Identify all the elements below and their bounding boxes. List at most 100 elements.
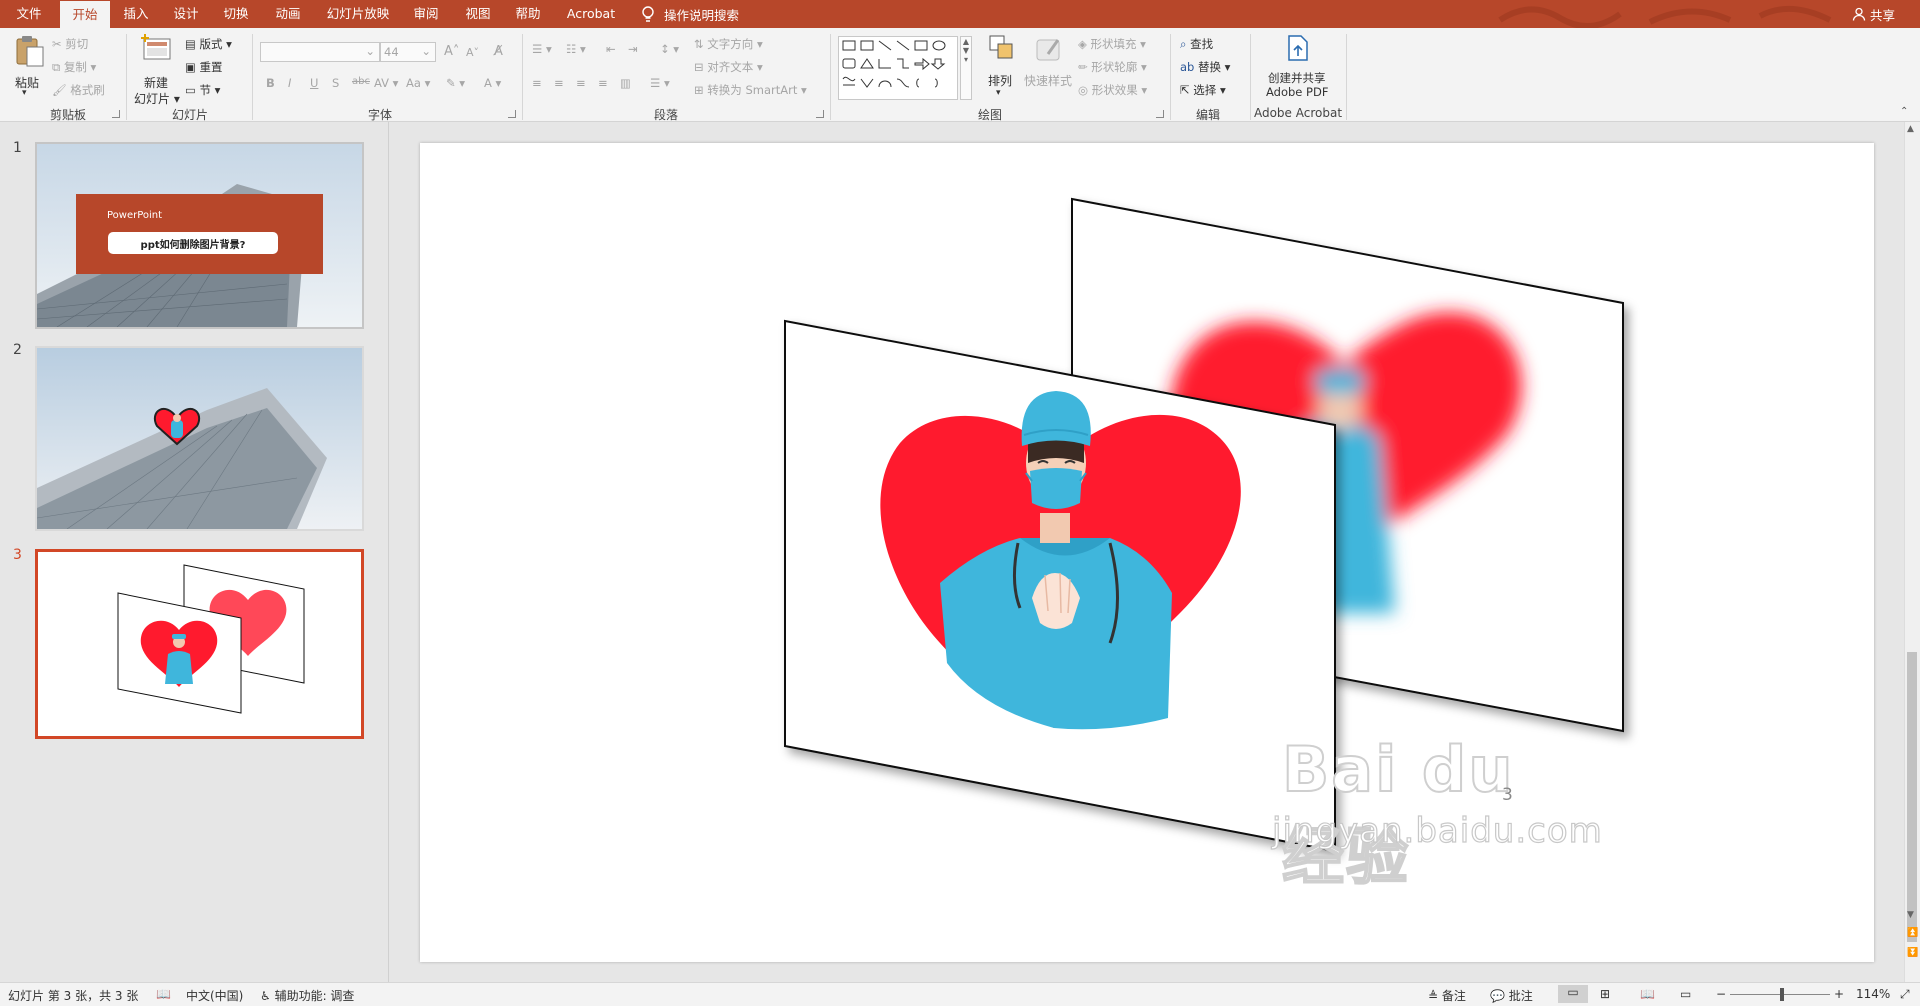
- change-case-icon[interactable]: Aa ▾: [406, 76, 430, 90]
- prev-slide-icon[interactable]: ⏫: [1907, 928, 1918, 938]
- paragraph-launcher-icon[interactable]: [816, 110, 824, 118]
- align-center-icon[interactable]: ≡: [554, 76, 564, 90]
- slide-thumbnail-3[interactable]: [35, 549, 364, 739]
- highlight-icon[interactable]: ✎ ▾: [446, 76, 465, 90]
- font-name-combo[interactable]: ⌄: [260, 42, 380, 62]
- tab-file[interactable]: 文件: [6, 0, 52, 28]
- bullets-icon[interactable]: ☰ ▾: [532, 42, 552, 56]
- normal-view-icon[interactable]: ▭: [1558, 985, 1588, 1003]
- columns-icon[interactable]: ▥: [620, 76, 631, 90]
- font-launcher-icon[interactable]: [508, 110, 516, 118]
- tab-home[interactable]: 开始: [60, 1, 110, 28]
- tab-help[interactable]: 帮助: [506, 0, 550, 28]
- slideshow-icon[interactable]: ▭: [1680, 987, 1691, 1001]
- scroll-up-icon[interactable]: ▲: [1907, 124, 1914, 134]
- copy-button[interactable]: ⧉ 复制 ▾: [52, 59, 96, 75]
- notes-button[interactable]: ≜ 备注: [1428, 987, 1466, 1004]
- layout-button[interactable]: ▤ 版式 ▾: [185, 36, 232, 52]
- shadow-icon[interactable]: S: [332, 76, 339, 90]
- font-color-icon[interactable]: A ▾: [484, 76, 501, 90]
- clipboard-launcher-icon[interactable]: [112, 110, 120, 118]
- numbering-icon[interactable]: ☷ ▾: [566, 42, 586, 56]
- tab-review[interactable]: 审阅: [404, 0, 448, 28]
- clear-formatting-icon[interactable]: A̸: [494, 44, 503, 59]
- strikethrough-icon[interactable]: abc: [352, 76, 370, 87]
- create-pdf-button[interactable]: 创建并共享 Adobe PDF: [1256, 34, 1340, 104]
- fit-slide-icon[interactable]: ⤢: [1900, 987, 1910, 1002]
- slide-thumbnail-pane: 1 PowerPoint ppt如何删除图片背景? 2 3: [0, 122, 388, 982]
- increase-indent-icon[interactable]: ⇥: [628, 42, 638, 56]
- slide-canvas[interactable]: Bai du 经验 jingyan.baidu.com 3: [420, 143, 1874, 962]
- reset-button[interactable]: ▣ 重置: [185, 59, 223, 75]
- cut-button[interactable]: ✂ 剪切: [52, 36, 88, 52]
- line-spacing-icon[interactable]: ↕ ▾: [660, 42, 679, 56]
- vertical-scrollbar[interactable]: ▲ ▼ ⏫ ⏬: [1904, 122, 1920, 982]
- comments-button[interactable]: 💬 批注: [1490, 987, 1533, 1004]
- underline-icon[interactable]: U: [310, 76, 318, 90]
- align-right-icon[interactable]: ≡: [576, 76, 586, 90]
- accessibility-button[interactable]: ♿ 辅助功能: 调查: [260, 987, 354, 1004]
- tab-transitions[interactable]: 切换: [214, 0, 258, 28]
- format-painter-button[interactable]: 🖌 格式刷: [52, 82, 105, 98]
- share-button[interactable]: 共享: [1852, 0, 1895, 28]
- paste-button[interactable]: 粘贴 ▾: [10, 34, 46, 98]
- decrease-indent-icon[interactable]: ⇤: [606, 42, 616, 56]
- reading-view-icon[interactable]: 📖: [1640, 987, 1655, 1001]
- zoom-in-button[interactable]: +: [1834, 987, 1844, 1001]
- tab-design[interactable]: 设计: [164, 0, 208, 28]
- text-direction-button[interactable]: ⇅ 文字方向 ▾: [694, 36, 763, 52]
- align-text-icon: ⊟: [694, 60, 708, 74]
- slide-thumbnail-2[interactable]: [35, 346, 364, 531]
- bold-icon[interactable]: B: [266, 76, 275, 90]
- scroll-down-icon[interactable]: ▼: [1907, 910, 1914, 920]
- language[interactable]: 中文(中国): [186, 987, 243, 1004]
- divider: [1346, 34, 1347, 120]
- shape-outline-button[interactable]: ✏ 形状轮廓 ▾: [1078, 59, 1147, 75]
- watermark-logo: Bai du 经验: [1281, 732, 1515, 894]
- tab-animations[interactable]: 动画: [266, 0, 310, 28]
- section-button[interactable]: ▭ 节 ▾: [185, 82, 220, 98]
- select-button[interactable]: ⇱ 选择 ▾: [1180, 82, 1226, 98]
- shape-fill-button[interactable]: ◈ 形状填充 ▾: [1078, 36, 1146, 52]
- slide-number: 3: [13, 547, 22, 563]
- zoom-slider-thumb[interactable]: [1780, 988, 1784, 1001]
- shape-effects-button[interactable]: ◎ 形状效果 ▾: [1078, 82, 1147, 98]
- char-spacing-icon[interactable]: AV ▾: [374, 76, 398, 90]
- align-left-icon[interactable]: ≡: [532, 76, 542, 90]
- collapse-ribbon-icon[interactable]: ⌃: [1900, 106, 1908, 117]
- slide-sorter-icon[interactable]: ⊞: [1600, 987, 1610, 1001]
- tab-view[interactable]: 视图: [456, 0, 500, 28]
- align-text-button[interactable]: ⊟ 对齐文本 ▾: [694, 59, 763, 75]
- tab-slideshow[interactable]: 幻灯片放映: [318, 0, 398, 28]
- justify-icon[interactable]: ≡: [598, 76, 608, 90]
- increase-font-icon[interactable]: A˄: [444, 44, 459, 59]
- shapes-gallery[interactable]: [838, 36, 958, 100]
- shapes-scroll[interactable]: ▲ ▼ ▾: [960, 36, 972, 100]
- tab-acrobat[interactable]: Acrobat: [558, 0, 624, 28]
- italic-icon[interactable]: I: [288, 76, 291, 90]
- decrease-font-icon[interactable]: A˅: [466, 46, 479, 59]
- zoom-level[interactable]: 114%: [1856, 987, 1890, 1001]
- layout-label: 版式: [199, 37, 223, 51]
- tab-insert[interactable]: 插入: [114, 0, 158, 28]
- tell-me-search[interactable]: 操作说明搜索: [640, 0, 739, 28]
- find-button[interactable]: ⌕ 查找: [1180, 36, 1213, 52]
- scroll-thumb[interactable]: [1907, 652, 1917, 942]
- pane-divider: [388, 122, 389, 982]
- scissors-icon: ✂: [52, 37, 66, 51]
- slide-thumbnail-1[interactable]: PowerPoint ppt如何删除图片背景?: [35, 142, 364, 329]
- smartart-button[interactable]: ⊞ 转换为 SmartArt ▾: [694, 82, 807, 98]
- arrange-button[interactable]: 排列 ▾: [984, 34, 1020, 104]
- next-slide-icon[interactable]: ⏬: [1907, 948, 1918, 958]
- spellcheck-icon[interactable]: 📖: [156, 987, 171, 1001]
- acrobat-group-label: Adobe Acrobat: [1253, 106, 1343, 120]
- slide-count: 幻灯片 第 3 张，共 3 张: [8, 989, 139, 1003]
- zoom-out-button[interactable]: −: [1716, 987, 1726, 1001]
- font-size-combo[interactable]: 44 ⌄: [380, 42, 436, 62]
- quick-styles-button[interactable]: 快速样式: [1022, 34, 1076, 104]
- copy-icon: ⧉: [52, 60, 64, 74]
- new-slide-button[interactable]: 新建 幻灯片 ▾: [132, 34, 182, 106]
- replace-button[interactable]: ab 替换 ▾: [1180, 59, 1230, 75]
- font-group-label: 字体: [367, 108, 392, 122]
- align-para-icon[interactable]: ☰ ▾: [650, 76, 670, 90]
